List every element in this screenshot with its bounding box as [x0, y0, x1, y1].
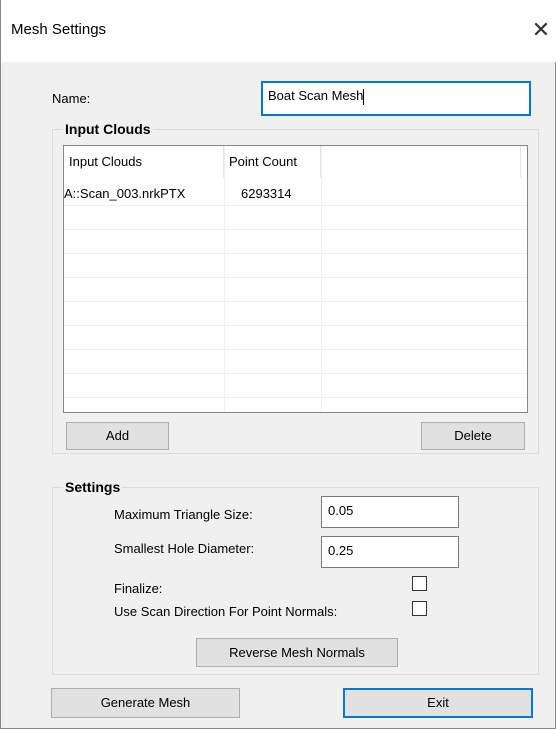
table-row-empty [64, 398, 527, 412]
delete-button[interactable]: Delete [421, 422, 525, 450]
table-row-empty [64, 278, 527, 302]
row-point-count: 6293314 [241, 186, 292, 201]
input-clouds-group-title: Input Clouds [63, 121, 153, 137]
finalize-checkbox[interactable] [412, 576, 427, 591]
max-triangle-label: Maximum Triangle Size: [114, 507, 253, 522]
table-row-empty [64, 254, 527, 278]
row-cloud-name: A::Scan_003.nrkPTX [64, 186, 186, 201]
settings-group-title: Settings [63, 479, 123, 495]
text-caret [363, 88, 365, 105]
smallest-hole-label: Smallest Hole Diameter: [114, 541, 255, 556]
name-input[interactable]: Boat Scan Mesh [261, 81, 531, 116]
max-triangle-input[interactable]: 0.05 [321, 496, 459, 528]
table-row-empty [64, 206, 527, 230]
table-row[interactable]: A::Scan_003.nrkPTX 6293314 [64, 182, 527, 206]
table-row-empty [64, 302, 527, 326]
smallest-hole-input[interactable]: 0.25 [321, 536, 459, 568]
column-header-empty [321, 146, 521, 178]
table-row-empty [64, 374, 527, 398]
list-header: Input Clouds Point Count [64, 146, 527, 178]
table-row-empty [64, 326, 527, 350]
column-header-point-count[interactable]: Point Count [224, 146, 321, 178]
input-clouds-list[interactable]: Input Clouds Point Count A::Scan_003.nrk… [63, 145, 528, 413]
close-icon[interactable]: ✕ [525, 14, 556, 46]
table-row-empty [64, 350, 527, 374]
scan-direction-label: Use Scan Direction For Point Normals: [114, 604, 338, 619]
exit-button[interactable]: Exit [343, 688, 533, 718]
reverse-mesh-normals-button[interactable]: Reverse Mesh Normals [196, 638, 398, 667]
title-bar: Mesh Settings ✕ [1, 0, 556, 62]
finalize-label: Finalize: [114, 581, 163, 596]
table-row-empty [64, 230, 527, 254]
generate-mesh-button[interactable]: Generate Mesh [51, 688, 240, 718]
name-label: Name: [52, 91, 91, 106]
name-input-value: Boat Scan Mesh [268, 88, 364, 103]
scan-direction-checkbox[interactable] [412, 601, 427, 616]
mesh-settings-dialog: Mesh Settings ✕ Name: Boat Scan Mesh Inp… [0, 0, 556, 729]
add-button[interactable]: Add [66, 422, 169, 450]
window-title: Mesh Settings [11, 21, 107, 38]
column-header-input-clouds[interactable]: Input Clouds [64, 146, 224, 178]
